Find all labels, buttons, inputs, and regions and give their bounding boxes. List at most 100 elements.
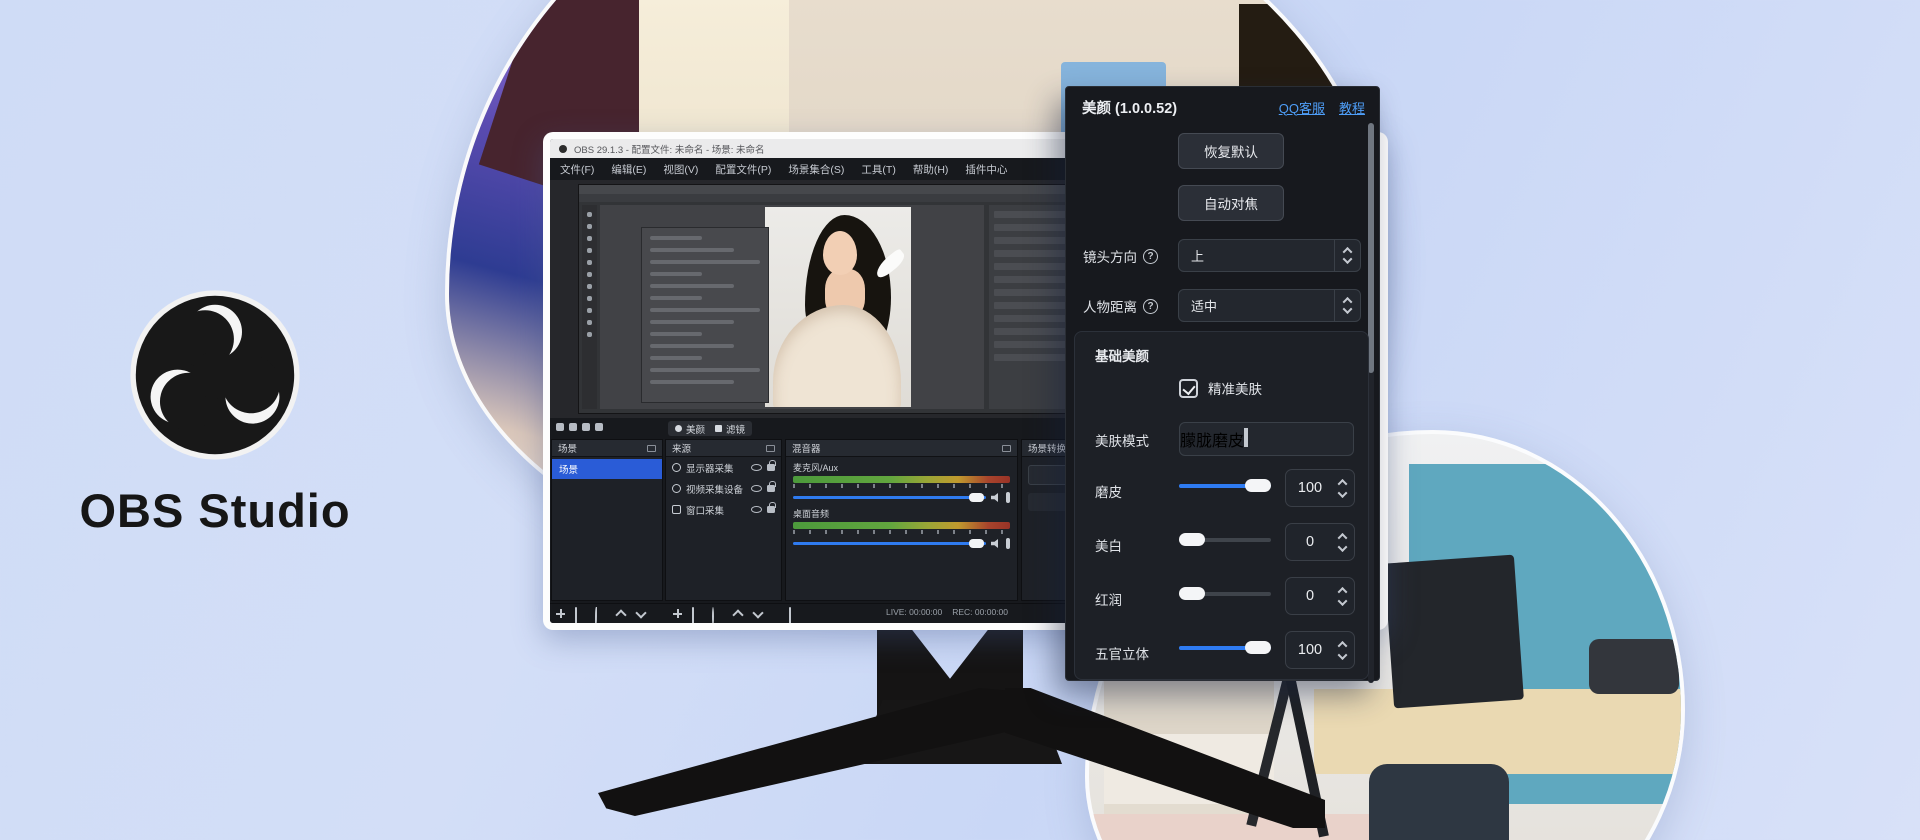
scenes-panel: 场景 场景 <box>551 439 663 601</box>
move-scene-down-button[interactable] <box>635 608 646 619</box>
rosy-label: 红润 <box>1095 589 1122 609</box>
visibility-eye-icon[interactable] <box>751 506 762 513</box>
spinner-arrows-icon[interactable] <box>1334 479 1354 498</box>
speaker-icon[interactable] <box>991 539 1001 548</box>
volume-slider[interactable] <box>793 542 986 545</box>
skin-mode-select[interactable]: 朦胧磨皮 <box>1179 422 1354 456</box>
lock-icon[interactable] <box>767 485 775 492</box>
spinner-arrows-icon[interactable] <box>1334 533 1354 552</box>
person-distance-label: 人物距离 ? <box>1083 296 1158 316</box>
source-properties-button[interactable] <box>712 607 714 623</box>
collapse-icon[interactable] <box>1002 445 1011 452</box>
volume-slider-handle[interactable] <box>969 493 984 502</box>
portrait-photo <box>765 207 911 407</box>
add-scene-button[interactable] <box>555 608 566 619</box>
rosy-value-spinner[interactable]: 0 <box>1285 577 1355 615</box>
move-scene-up-button[interactable] <box>615 608 626 619</box>
mixer-panel-header[interactable]: 混音器 <box>786 440 1017 457</box>
channel-options-icon[interactable] <box>1006 538 1010 549</box>
checkbox-checked-icon[interactable] <box>1179 379 1198 398</box>
select-arrows-icon[interactable] <box>1334 240 1360 271</box>
rosy-slider[interactable] <box>1179 587 1271 600</box>
mixer-options-icon[interactable] <box>789 607 791 623</box>
spinner-arrows-icon[interactable] <box>1334 587 1354 606</box>
menu-help[interactable]: 帮助(H) <box>913 162 949 177</box>
slider-handle[interactable] <box>1179 587 1205 600</box>
whitening-value-spinner[interactable]: 0 <box>1285 523 1355 561</box>
visibility-eye-icon[interactable] <box>751 464 762 471</box>
features-3d-value-spinner[interactable]: 100 <box>1285 631 1355 669</box>
scenes-panel-header[interactable]: 场景 <box>552 440 662 457</box>
qq-support-link[interactable]: QQ客服 <box>1279 98 1325 117</box>
help-icon[interactable]: ? <box>1143 299 1158 314</box>
add-source-button[interactable] <box>672 608 683 619</box>
smoothing-label: 磨皮 <box>1095 481 1122 501</box>
lock-icon[interactable] <box>767 506 775 513</box>
channel-options-icon[interactable] <box>1006 492 1010 503</box>
menu-file[interactable]: 文件(F) <box>560 162 594 177</box>
window-title: OBS 29.1.3 - 配置文件: 未命名 - 场景: 未命名 <box>574 142 765 156</box>
menu-view[interactable]: 视图(V) <box>663 162 698 177</box>
scrollbar-thumb[interactable] <box>1368 123 1374 373</box>
menu-scene-collection[interactable]: 场景集合(S) <box>788 162 844 177</box>
remove-source-button[interactable] <box>692 607 694 623</box>
source-row[interactable]: 视频采集设备 <box>666 478 781 499</box>
studio-monitor-shape <box>1384 555 1524 709</box>
restore-default-button[interactable]: 恢复默认 <box>1178 133 1284 169</box>
obs-branding: OBS Studio <box>50 285 380 538</box>
basic-beauty-section: 基础美颜 精准美肤 美肤模式 朦胧磨皮 磨皮 100 美白 <box>1074 331 1369 680</box>
move-source-up-button[interactable] <box>732 608 743 619</box>
camera-source-icon <box>672 484 681 493</box>
dock-mini-icon[interactable] <box>556 423 564 431</box>
smoothing-value-spinner[interactable]: 100 <box>1285 469 1355 507</box>
chair-shape <box>1369 764 1509 840</box>
spinner-arrows-icon[interactable] <box>1334 641 1354 660</box>
collapse-icon[interactable] <box>766 445 775 452</box>
whitening-slider[interactable] <box>1179 533 1271 546</box>
duplicate-scene-button[interactable] <box>595 607 597 623</box>
person-distance-select[interactable]: 适中 <box>1178 289 1361 322</box>
dock-mini-icon[interactable] <box>595 423 603 431</box>
dock-mini-icon[interactable] <box>569 423 577 431</box>
help-icon[interactable]: ? <box>1143 249 1158 264</box>
lens-direction-label: 镜头方向 ? <box>1083 246 1158 266</box>
menu-profile[interactable]: 配置文件(P) <box>715 162 771 177</box>
select-arrows-icon[interactable] <box>1244 430 1248 448</box>
auto-focus-button[interactable]: 自动对焦 <box>1178 185 1284 221</box>
slider-handle[interactable] <box>1245 479 1271 492</box>
mixer-channel: 麦克风/Aux <box>786 457 1017 503</box>
features-3d-slider[interactable] <box>1179 641 1271 654</box>
remove-scene-button[interactable] <box>575 607 577 623</box>
source-row[interactable]: 显示器采集 <box>666 457 781 478</box>
volume-slider-handle[interactable] <box>969 539 984 548</box>
tutorial-link[interactable]: 教程 <box>1339 98 1365 117</box>
speaker-icon[interactable] <box>991 493 1001 502</box>
source-row[interactable]: 窗口采集 <box>666 499 781 520</box>
display-capture-icon <box>672 463 681 472</box>
move-source-down-button[interactable] <box>752 608 763 619</box>
lock-icon[interactable] <box>767 464 775 471</box>
audio-level-meter <box>793 476 1010 483</box>
menu-tools[interactable]: 工具(T) <box>861 162 895 177</box>
sources-panel-header[interactable]: 来源 <box>666 440 781 457</box>
scene-list-item[interactable]: 场景 <box>552 459 662 479</box>
lens-direction-select[interactable]: 上 <box>1178 239 1361 272</box>
slider-handle[interactable] <box>1245 641 1271 654</box>
dock-mini-icon[interactable] <box>582 423 590 431</box>
editor-settings-dialog <box>641 227 769 403</box>
volume-slider[interactable] <box>793 496 986 499</box>
editor-toolbar <box>582 205 597 409</box>
menu-plugin-center[interactable]: 插件中心 <box>965 162 1007 177</box>
select-arrows-icon[interactable] <box>1334 290 1360 321</box>
precise-skin-checkbox-row[interactable]: 精准美肤 <box>1179 378 1262 398</box>
rec-timer: REC: 00:00:00 <box>952 607 1008 617</box>
smoothing-slider[interactable] <box>1179 479 1271 492</box>
visibility-eye-icon[interactable] <box>751 485 762 492</box>
slider-handle[interactable] <box>1179 533 1205 546</box>
tab-beauty[interactable]: 美颜 <box>668 421 712 436</box>
status-bar: LIVE: 00:00:00 REC: 00:00:00 <box>886 607 1008 617</box>
menu-edit[interactable]: 编辑(E) <box>611 162 646 177</box>
tab-filters[interactable]: 滤镜 <box>708 421 752 436</box>
collapse-icon[interactable] <box>647 445 656 452</box>
window-icon <box>559 145 567 153</box>
